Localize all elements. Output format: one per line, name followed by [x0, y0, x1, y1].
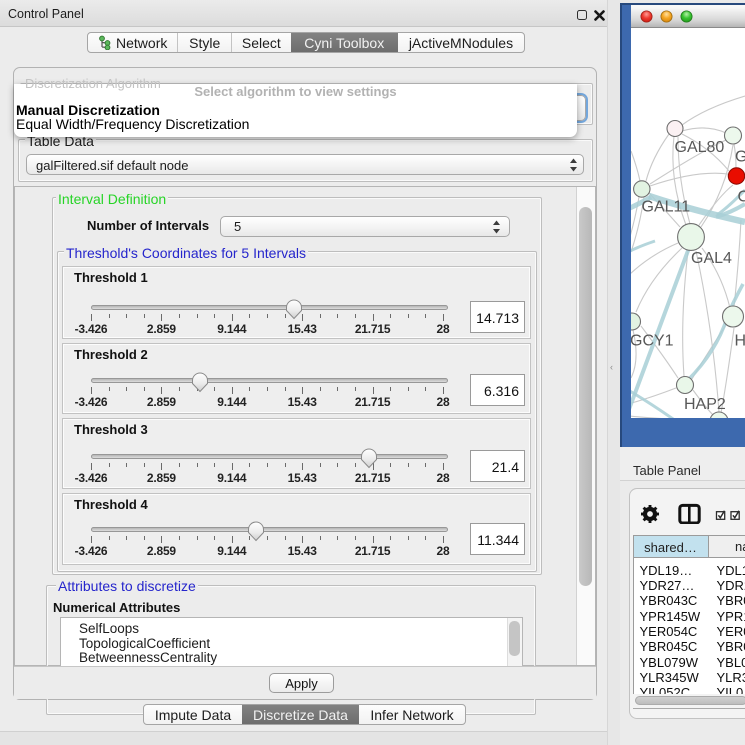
svg-text:GAL4: GAL4 [691, 250, 732, 267]
svg-text:GAL11: GAL11 [642, 199, 691, 216]
svg-text:GCY1: GCY1 [631, 333, 674, 350]
svg-text:HI: HI [735, 333, 745, 350]
svg-text:HAP2: HAP2 [684, 396, 726, 413]
svg-text:GA: GA [735, 149, 745, 166]
svg-text:GAL80: GAL80 [675, 139, 725, 156]
svg-text:C: C [738, 189, 745, 206]
